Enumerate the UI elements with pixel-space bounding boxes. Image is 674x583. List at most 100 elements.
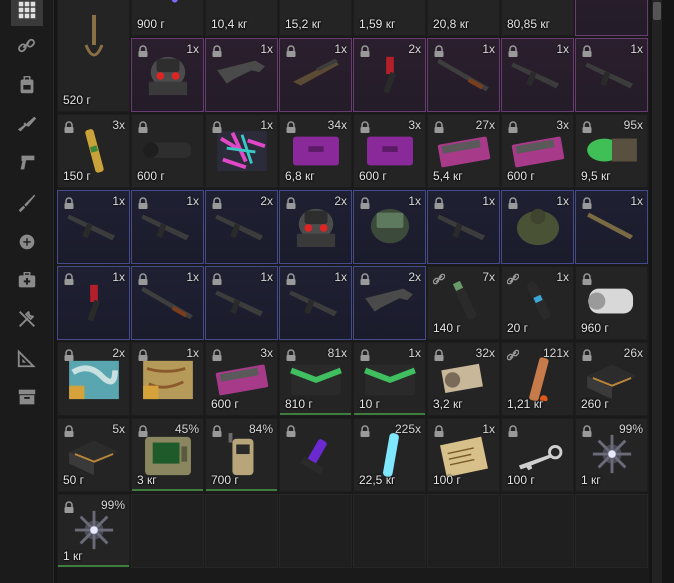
inventory-item-red-pistol[interactable]: 2x xyxy=(353,38,426,112)
inventory-item-red-case[interactable]: 10,4 кг xyxy=(205,0,278,36)
item-count: 1x xyxy=(482,422,495,436)
lock-icon xyxy=(64,425,74,437)
inventory-item-map-blue[interactable]: 2x xyxy=(57,342,130,416)
inventory-item-artifact-spiky[interactable]: 99% 1 кг xyxy=(57,494,130,568)
item-count: 1x xyxy=(556,42,569,56)
inventory-item-shotgun[interactable]: 1x xyxy=(279,38,352,112)
inventory-item-purple-case[interactable]: 3x 600 г xyxy=(353,114,426,188)
green-box-icon xyxy=(364,364,416,396)
lock-icon xyxy=(582,273,592,285)
item-weight: 10,4 кг xyxy=(211,17,248,31)
item-count: 225x xyxy=(394,422,421,436)
sidebar-rifle-button[interactable] xyxy=(11,108,43,140)
inventory-item-thermal-scope[interactable]: 960 г xyxy=(575,266,648,340)
scope-icon xyxy=(143,142,191,158)
inventory-item-silencer-blue[interactable]: 1x 20 г xyxy=(501,266,574,340)
assault-rifle-icon xyxy=(289,290,338,317)
inventory-item-dark-case[interactable]: 26x 260 г xyxy=(575,342,648,416)
scroll-thumb[interactable] xyxy=(653,2,661,20)
rope-noose-icon xyxy=(84,15,104,57)
inventory-item-blue-glow-stick[interactable]: 225x 22,5 кг xyxy=(353,418,426,492)
inventory-item-pip-terminal[interactable]: 45% 3 кг xyxy=(131,418,204,492)
inventory-item-glow-stick-purple[interactable]: 900 г xyxy=(131,0,204,36)
lock-icon xyxy=(138,349,148,361)
inventory-item-silencer[interactable]: 7x 140 г xyxy=(427,266,500,340)
smg-icon xyxy=(587,212,634,240)
map-orange-icon xyxy=(143,360,193,400)
inventory-item-pink-weapon-case[interactable]: 27x 5,4 кг xyxy=(427,114,500,188)
inventory-item-assault-rifle[interactable]: 1x xyxy=(427,190,500,264)
tools-icon xyxy=(19,311,35,327)
item-weight: 9,5 кг xyxy=(581,169,611,183)
lock-icon xyxy=(508,425,518,437)
inventory-item-pump-shotgun[interactable]: 1x xyxy=(131,266,204,340)
sidebar-backpack-button[interactable] xyxy=(11,69,43,101)
inventory-item-assault-rifle[interactable]: 1x xyxy=(501,38,574,112)
inventory-item-assault-rifle[interactable]: 1x xyxy=(131,190,204,264)
inventory-item-box[interactable]: 1,59 кг xyxy=(353,0,426,36)
item-count: 32x xyxy=(475,346,495,360)
inventory-item-pump-shotgun[interactable]: 1x xyxy=(427,38,500,112)
inventory-item-tube-bracket[interactable]: 32x 3,2 кг xyxy=(427,342,500,416)
sidebar-all-grid-button[interactable] xyxy=(11,0,43,26)
sidebar-grenade-button[interactable] xyxy=(11,225,43,257)
lock-icon xyxy=(138,121,148,133)
lock-icon xyxy=(582,121,592,133)
inventory-item-smg[interactable]: 1x xyxy=(575,190,648,264)
inventory-item-power-armor-red-eyes[interactable]: 1x xyxy=(131,38,204,112)
inventory-item-assault-rifle[interactable]: 1x xyxy=(575,38,648,112)
item-weight: 20 г xyxy=(507,321,529,335)
sidebar-chain-link-button[interactable] xyxy=(11,30,43,62)
inventory-item-paper-notes[interactable]: 1x 100 г xyxy=(427,418,500,492)
inventory-item-power-armor-red-eyes[interactable]: 2x xyxy=(279,190,352,264)
sidebar-tools-button[interactable] xyxy=(11,303,43,335)
item-count: 45% xyxy=(174,422,199,436)
inventory-item-neon-camo-patch[interactable]: 1x xyxy=(205,114,278,188)
assault-rifle-icon xyxy=(511,62,560,89)
inventory-item-rope-noose[interactable]: 520 г xyxy=(57,0,130,112)
inventory-item-assault-rifle[interactable]: 1x xyxy=(57,190,130,264)
inventory-item-pink-weapon-case[interactable]: 3x 600 г xyxy=(205,342,278,416)
sidebar-ruler-triangle-button[interactable] xyxy=(11,342,43,374)
inventory-item-grenade-tube[interactable]: 121x 1,21 кг xyxy=(501,342,574,416)
inventory-item-crate[interactable]: 80,85 кг xyxy=(501,0,574,36)
inventory-item-dark-case[interactable]: 5x 50 г xyxy=(57,418,130,492)
inventory-item-red-pistol[interactable]: 1x xyxy=(57,266,130,340)
inventory-item-gold-rod[interactable]: 3x 150 г xyxy=(57,114,130,188)
inventory-item-red-case-large[interactable]: 15,2 кг xyxy=(279,0,352,36)
inventory-item-green-box[interactable]: 1x 10 г xyxy=(353,342,426,416)
lock-icon xyxy=(582,349,592,361)
pink-weapon-case-icon xyxy=(511,136,565,168)
assault-rifle-icon xyxy=(141,214,190,241)
inventory-item-artifact-spiky[interactable]: 99% 1 кг xyxy=(575,418,648,492)
item-count: 2x xyxy=(334,194,347,208)
inventory-item-assault-rifle[interactable]: 1x xyxy=(279,266,352,340)
inventory-item-rifle[interactable]: 1x xyxy=(205,38,278,112)
sidebar-knife-button[interactable] xyxy=(11,186,43,218)
inventory-item-armor-green-visor[interactable]: 1x xyxy=(353,190,426,264)
inventory-item-keys[interactable]: 100 г xyxy=(501,418,574,492)
inventory-item-purple-vial[interactable] xyxy=(279,418,352,492)
inventory-item-purple-case[interactable]: 34x 6,8 кг xyxy=(279,114,352,188)
item-count: 2x xyxy=(260,194,273,208)
inventory-item-green-canister[interactable]: 95x 9,5 кг xyxy=(575,114,648,188)
knife-icon xyxy=(18,194,36,213)
inventory-item-heavy-armor[interactable]: 1x xyxy=(501,190,574,264)
inventory-item-weapon[interactable] xyxy=(575,0,648,36)
inventory-item-assault-rifle[interactable]: 1x xyxy=(205,266,278,340)
inventory-item-scope[interactable]: 600 г xyxy=(131,114,204,188)
purple-vial-icon xyxy=(300,439,327,475)
inventory-item-assault-rifle[interactable]: 2x xyxy=(205,190,278,264)
gold-rod-icon xyxy=(85,129,104,173)
inventory-item-detector[interactable]: 84% 700 г xyxy=(205,418,278,492)
lock-icon xyxy=(64,197,74,209)
inventory-item-green-box[interactable]: 81x 810 г xyxy=(279,342,352,416)
inventory-item-orange-gear[interactable]: 20,8 кг xyxy=(427,0,500,36)
inventory-item-map-orange[interactable]: 1x xyxy=(131,342,204,416)
sidebar-archive-box-button[interactable] xyxy=(11,381,43,413)
inventory-item-rifle[interactable]: 2x xyxy=(353,266,426,340)
inventory-item-pink-weapon-case[interactable]: 3x 600 г xyxy=(501,114,574,188)
sidebar-medkit-button[interactable] xyxy=(11,264,43,296)
sidebar-pistol-button[interactable] xyxy=(11,147,43,179)
scrollbar[interactable] xyxy=(652,0,662,583)
